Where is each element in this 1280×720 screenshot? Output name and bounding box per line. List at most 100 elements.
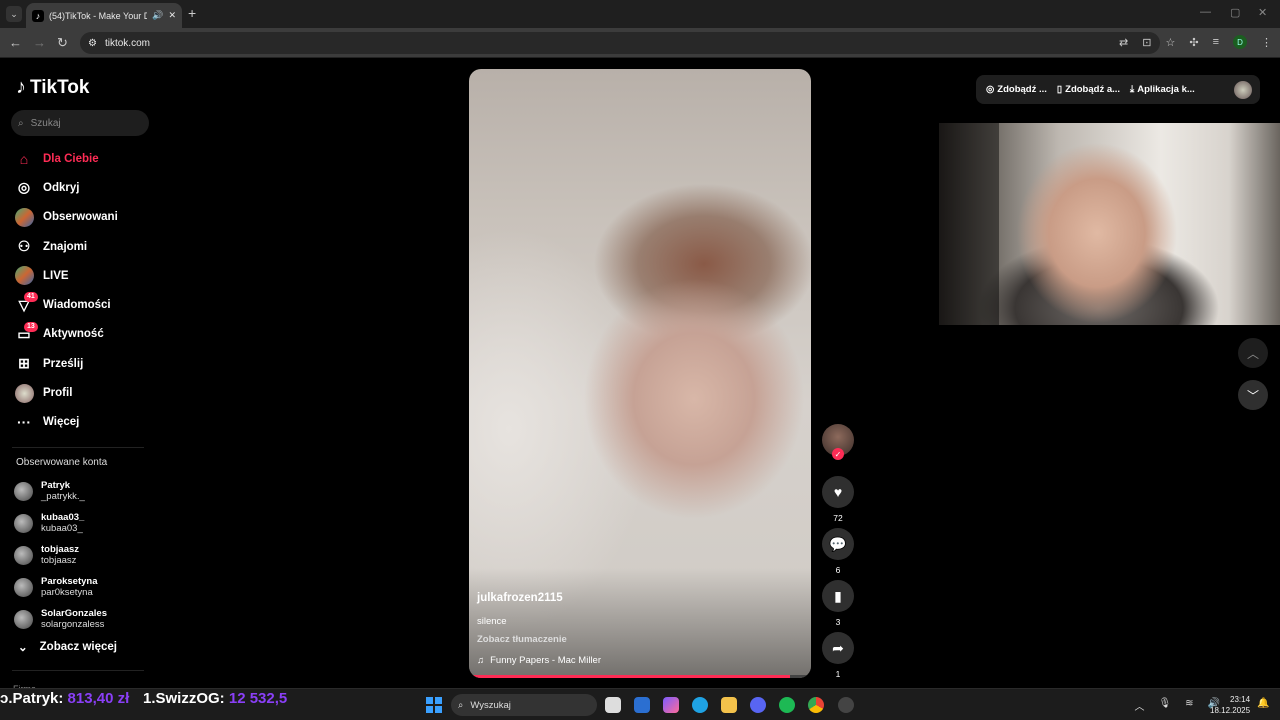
obs-icon[interactable] <box>838 697 854 713</box>
menu-item-more[interactable]: ··· Więcej <box>14 408 154 437</box>
video-author[interactable]: julkafrozen2115 <box>477 592 563 604</box>
tiktok-logo[interactable]: ♪ TikTok <box>16 76 89 99</box>
menu-item-upload[interactable]: ⊞ Prześlij <box>14 349 154 378</box>
author-avatar[interactable]: ✓ <box>822 424 854 460</box>
get-coins-button[interactable]: ◎ Zdobądź ... <box>986 84 1047 95</box>
header-label: Zdobądź ... <box>997 84 1047 95</box>
tiktok-favicon-icon: ♪ <box>32 9 44 22</box>
tab-close-icon[interactable]: ✕ <box>168 10 176 21</box>
donor-amount: 12 532,5 <box>228 690 288 707</box>
windows-start-icon[interactable] <box>426 697 442 713</box>
extensions-icon[interactable]: ✣ <box>1189 36 1198 49</box>
following-avatar-icon <box>14 207 34 227</box>
discord-icon[interactable] <box>750 697 766 713</box>
avatar <box>14 513 33 533</box>
address-toolbar: ← → ↻ ⚙ tiktok.com ⇄ ⊡ ☆ ✣ ≡ D ⋮ <box>0 28 1280 58</box>
reload-button[interactable]: ↻ <box>57 35 68 51</box>
chevron-down-icon: ﹀ <box>1246 388 1259 403</box>
comment-count: 6 <box>835 565 841 575</box>
save-button[interactable]: ▮ <box>822 580 854 612</box>
search-icon: ⌕ <box>18 117 24 129</box>
like-button[interactable]: ♥ <box>822 476 854 508</box>
menu-item-live[interactable]: LIVE <box>14 261 154 290</box>
taskbar-search[interactable]: ⌕ Wyszukaj <box>451 694 597 716</box>
menu-label: Profil <box>43 387 73 400</box>
address-bar[interactable]: ⚙ tiktok.com <box>80 32 1160 54</box>
profile-avatar[interactable]: D <box>1233 35 1247 49</box>
menu-label: Aktywność <box>43 328 104 341</box>
task-view-icon[interactable] <box>605 697 621 713</box>
like-count: 72 <box>833 513 843 523</box>
main-menu: ⌂ Dla Ciebie ◎ Odkryj Obserwowani ⚇ Znaj… <box>14 144 154 437</box>
video-description: silence <box>477 616 507 627</box>
webcam-shadow <box>939 123 999 325</box>
forward-button[interactable]: → <box>33 35 46 50</box>
menu-label: Obserwowani <box>43 211 118 224</box>
close-window-button[interactable]: ✕ <box>1258 6 1267 19</box>
tab-audio-icon[interactable]: 🔊 <box>152 10 163 21</box>
maximize-button[interactable]: ▢ <box>1230 6 1240 19</box>
menu-item-messages[interactable]: ▽ 41 Wiadomości <box>14 290 154 319</box>
translate-link[interactable]: Zobacz tłumaczenie <box>477 634 567 645</box>
menu-item-friends[interactable]: ⚇ Znajomi <box>14 232 154 261</box>
user-avatar[interactable] <box>1234 80 1252 99</box>
donor-amount: 813,40 zł <box>67 690 130 707</box>
share-count: 1 <box>835 669 841 679</box>
chrome-icon[interactable] <box>808 697 824 713</box>
more-icon: ··· <box>17 414 31 431</box>
wifi-icon[interactable]: ≋ <box>1185 698 1193 713</box>
followed-account[interactable]: Paroksetyna par0ksetyna <box>14 571 154 603</box>
copilot-icon[interactable] <box>663 697 679 713</box>
followed-account[interactable]: SolarGonzales solargonzaless <box>14 603 154 635</box>
menu-item-explore[interactable]: ◎ Odkryj <box>14 173 154 202</box>
sidebar-divider <box>12 447 144 448</box>
followed-account[interactable]: Patryk _patrykk._ <box>14 475 154 507</box>
live-avatar-icon <box>14 266 34 286</box>
video-music[interactable]: ♫ Funny Papers - Mac Miller <box>477 655 601 666</box>
next-video-button[interactable]: ﹀ <box>1238 380 1268 410</box>
video-progress-bar[interactable] <box>469 675 811 678</box>
tab-search-button[interactable]: ⌄ <box>6 6 22 22</box>
account-name: Paroksetyna <box>41 576 98 587</box>
media-control-icon[interactable]: ≡ <box>1213 36 1219 48</box>
new-tab-button[interactable]: + <box>188 6 196 20</box>
previous-video-button[interactable]: ︿ <box>1238 338 1268 368</box>
followed-account[interactable]: kubaa03_ kubaa03_ <box>14 507 154 539</box>
browser-tab-tiktok[interactable]: ♪ (54)TikTok - Make Your Day 🔊 ✕ <box>26 3 182 28</box>
system-tray: ︿ 🎙 ≋ 🔊 <box>1134 698 1220 713</box>
menu-item-following[interactable]: Obserwowani <box>14 203 154 232</box>
share-button[interactable]: ➦ <box>822 632 854 664</box>
edge-icon[interactable] <box>692 697 708 713</box>
taskbar-clock[interactable]: 23:14 18.12.2025 <box>1210 694 1250 716</box>
menu-label: Wiadomości <box>43 299 111 312</box>
bookmark-star-icon[interactable]: ☆ <box>1165 36 1175 49</box>
site-info-icon[interactable]: ⚙ <box>88 38 97 49</box>
comment-button[interactable]: 💬 <box>822 528 854 560</box>
notifications-icon[interactable]: 🔔 <box>1257 698 1269 709</box>
video-progress-fill <box>469 675 791 678</box>
spotify-icon[interactable] <box>779 697 795 713</box>
followed-account[interactable]: tobjaasz tobjaasz <box>14 539 154 571</box>
sidebar-divider <box>12 670 144 671</box>
translate-icon[interactable]: ⇄ <box>1119 36 1128 49</box>
back-button[interactable]: ← <box>9 35 22 50</box>
microphone-icon[interactable]: 🎙 <box>1158 698 1171 713</box>
menu-item-for-you[interactable]: ⌂ Dla Ciebie <box>14 144 154 173</box>
minimize-button[interactable]: — <box>1200 6 1211 18</box>
see-more-button[interactable]: ⌄ Zobacz więcej <box>18 640 117 654</box>
file-explorer-icon[interactable] <box>721 697 737 713</box>
browser-menu-icon[interactable]: ⋮ <box>1261 36 1272 49</box>
menu-item-profile[interactable]: Profil <box>14 378 154 407</box>
clock-time: 23:14 <box>1230 695 1251 704</box>
menu-item-activity[interactable]: ▭ 13 Aktywność <box>14 320 154 349</box>
followed-accounts-title: Obserwowane konta <box>16 457 108 468</box>
video-player[interactable]: julkafrozen2115 silence Zobacz tłumaczen… <box>469 69 811 678</box>
search-input[interactable]: ⌕ Szukaj <box>11 110 149 136</box>
install-app-icon[interactable]: ⊡ <box>1142 36 1151 49</box>
get-app-button[interactable]: ▯ Zdobądź a... <box>1057 84 1120 95</box>
desktop-app-button[interactable]: ⤓ Aplikacja k... <box>1130 84 1195 95</box>
follow-check-icon[interactable]: ✓ <box>832 448 844 460</box>
store-icon[interactable] <box>634 697 650 713</box>
tray-overflow-icon[interactable]: ︿ <box>1134 698 1144 713</box>
avatar <box>14 577 33 597</box>
